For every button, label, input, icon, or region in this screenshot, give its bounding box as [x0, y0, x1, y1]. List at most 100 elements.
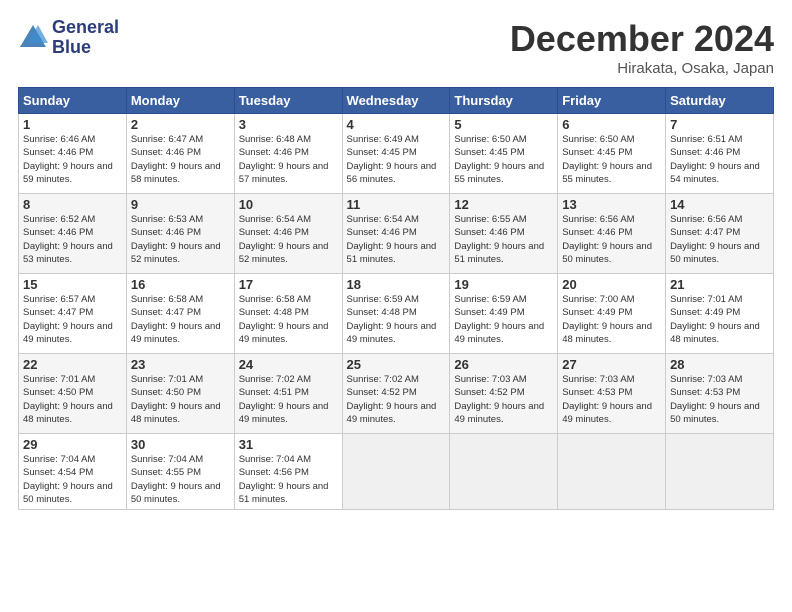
- calendar-cell: 6 Sunrise: 6:50 AMSunset: 4:45 PMDaylight…: [558, 114, 666, 194]
- calendar-cell: 11Sunrise: 6:54 AMSunset: 4:46 PMDayligh…: [342, 194, 450, 274]
- calendar-cell: 16 Sunrise: 6:58 AMSunset: 4:47 PMDayligh…: [126, 274, 234, 354]
- calendar-row: 15Sunrise: 6:57 AMSunset: 4:47 PMDayligh…: [19, 274, 774, 354]
- day-info: Sunrise: 6:50 AMSunset: 4:45 PMDaylight:…: [454, 134, 544, 185]
- calendar-cell: 15Sunrise: 6:57 AMSunset: 4:47 PMDayligh…: [19, 274, 127, 354]
- month-title: December 2024: [510, 18, 774, 60]
- header-friday: Friday: [558, 88, 666, 114]
- day-number: 15: [23, 277, 122, 292]
- header-tuesday: Tuesday: [234, 88, 342, 114]
- calendar-cell: 7Sunrise: 6:51 AMSunset: 4:46 PMDaylight…: [666, 114, 774, 194]
- calendar-row: 8Sunrise: 6:52 AMSunset: 4:46 PMDaylight…: [19, 194, 774, 274]
- day-number: 29: [23, 437, 122, 452]
- day-info: Sunrise: 7:02 AMSunset: 4:52 PMDaylight:…: [347, 374, 437, 425]
- day-info: Sunrise: 7:03 AMSunset: 4:53 PMDaylight:…: [670, 374, 760, 425]
- day-info: Sunrise: 7:03 AMSunset: 4:52 PMDaylight:…: [454, 374, 544, 425]
- day-info: Sunrise: 6:46 AMSunset: 4:46 PMDaylight:…: [23, 134, 113, 185]
- day-info: Sunrise: 7:00 AMSunset: 4:49 PMDaylight:…: [562, 294, 652, 345]
- calendar-cell: 30 Sunrise: 7:04 AMSunset: 4:55 PMDayligh…: [126, 434, 234, 510]
- day-number: 23: [131, 357, 230, 372]
- calendar-cell: 29 Sunrise: 7:04 AMSunset: 4:54 PMDayligh…: [19, 434, 127, 510]
- day-number: 4: [347, 117, 446, 132]
- day-number: 16: [131, 277, 230, 292]
- day-number: 24: [239, 357, 338, 372]
- logo: General Blue: [18, 18, 119, 58]
- calendar-cell: 14 Sunrise: 6:56 AMSunset: 4:47 PMDayligh…: [666, 194, 774, 274]
- header-sunday: Sunday: [19, 88, 127, 114]
- calendar-cell: 25 Sunrise: 7:02 AMSunset: 4:52 PMDayligh…: [342, 354, 450, 434]
- calendar-cell: 3 Sunrise: 6:48 AMSunset: 4:46 PMDaylight…: [234, 114, 342, 194]
- calendar-cell: 13 Sunrise: 6:56 AMSunset: 4:46 PMDayligh…: [558, 194, 666, 274]
- day-info: Sunrise: 7:01 AMSunset: 4:49 PMDaylight:…: [670, 294, 760, 345]
- day-number: 19: [454, 277, 553, 292]
- day-number: 20: [562, 277, 661, 292]
- calendar-cell: 1 Sunrise: 6:46 AMSunset: 4:46 PMDaylight…: [19, 114, 127, 194]
- day-info: Sunrise: 6:56 AMSunset: 4:46 PMDaylight:…: [562, 214, 652, 265]
- calendar-row: 29 Sunrise: 7:04 AMSunset: 4:54 PMDayligh…: [19, 434, 774, 510]
- day-number: 28: [670, 357, 769, 372]
- day-info: Sunrise: 6:52 AMSunset: 4:46 PMDaylight:…: [23, 214, 113, 265]
- calendar-row: 1 Sunrise: 6:46 AMSunset: 4:46 PMDaylight…: [19, 114, 774, 194]
- calendar-cell: 8Sunrise: 6:52 AMSunset: 4:46 PMDaylight…: [19, 194, 127, 274]
- day-number: 18: [347, 277, 446, 292]
- calendar-cell: 31Sunrise: 7:04 AMSunset: 4:56 PMDayligh…: [234, 434, 342, 510]
- calendar-cell: 18 Sunrise: 6:59 AMSunset: 4:48 PMDayligh…: [342, 274, 450, 354]
- calendar-cell: 12Sunrise: 6:55 AMSunset: 4:46 PMDayligh…: [450, 194, 558, 274]
- day-number: 22: [23, 357, 122, 372]
- day-number: 7: [670, 117, 769, 132]
- calendar-cell: 28 Sunrise: 7:03 AMSunset: 4:53 PMDayligh…: [666, 354, 774, 434]
- day-number: 26: [454, 357, 553, 372]
- calendar-cell: 17Sunrise: 6:58 AMSunset: 4:48 PMDayligh…: [234, 274, 342, 354]
- day-number: 3: [239, 117, 338, 132]
- main-container: General Blue December 2024 Hirakata, Osa…: [0, 0, 792, 520]
- day-info: Sunrise: 6:53 AMSunset: 4:46 PMDaylight:…: [131, 214, 221, 265]
- day-info: Sunrise: 6:55 AMSunset: 4:46 PMDaylight:…: [454, 214, 544, 265]
- calendar-cell: 23 Sunrise: 7:01 AMSunset: 4:50 PMDayligh…: [126, 354, 234, 434]
- header: General Blue December 2024 Hirakata, Osa…: [18, 18, 774, 77]
- day-info: Sunrise: 7:03 AMSunset: 4:53 PMDaylight:…: [562, 374, 652, 425]
- calendar-cell: [558, 434, 666, 510]
- calendar-cell: 9Sunrise: 6:53 AMSunset: 4:46 PMDaylight…: [126, 194, 234, 274]
- calendar-header-row: SundayMondayTuesdayWednesdayThursdayFrid…: [19, 88, 774, 114]
- day-number: 1: [23, 117, 122, 132]
- calendar-cell: 20 Sunrise: 7:00 AMSunset: 4:49 PMDayligh…: [558, 274, 666, 354]
- day-number: 11: [347, 197, 446, 212]
- header-monday: Monday: [126, 88, 234, 114]
- day-info: Sunrise: 6:58 AMSunset: 4:47 PMDaylight:…: [131, 294, 221, 345]
- day-number: 2: [131, 117, 230, 132]
- location: Hirakata, Osaka, Japan: [510, 60, 774, 77]
- day-info: Sunrise: 6:48 AMSunset: 4:46 PMDaylight:…: [239, 134, 329, 185]
- day-number: 31: [239, 437, 338, 452]
- day-number: 13: [562, 197, 661, 212]
- calendar-cell: 21 Sunrise: 7:01 AMSunset: 4:49 PMDayligh…: [666, 274, 774, 354]
- day-number: 21: [670, 277, 769, 292]
- calendar-cell: 24Sunrise: 7:02 AMSunset: 4:51 PMDayligh…: [234, 354, 342, 434]
- day-number: 30: [131, 437, 230, 452]
- logo-line2: Blue: [52, 38, 119, 58]
- calendar-cell: [666, 434, 774, 510]
- day-info: Sunrise: 6:54 AMSunset: 4:46 PMDaylight:…: [239, 214, 329, 265]
- day-info: Sunrise: 7:01 AMSunset: 4:50 PMDaylight:…: [23, 374, 113, 425]
- calendar-cell: 27Sunrise: 7:03 AMSunset: 4:53 PMDayligh…: [558, 354, 666, 434]
- day-info: Sunrise: 7:04 AMSunset: 4:54 PMDaylight:…: [23, 454, 113, 505]
- header-wednesday: Wednesday: [342, 88, 450, 114]
- day-info: Sunrise: 6:59 AMSunset: 4:48 PMDaylight:…: [347, 294, 437, 345]
- day-number: 14: [670, 197, 769, 212]
- day-info: Sunrise: 6:59 AMSunset: 4:49 PMDaylight:…: [454, 294, 544, 345]
- calendar-cell: 26 Sunrise: 7:03 AMSunset: 4:52 PMDayligh…: [450, 354, 558, 434]
- logo-line1: General: [52, 18, 119, 38]
- logo-text: General Blue: [52, 18, 119, 58]
- header-saturday: Saturday: [666, 88, 774, 114]
- calendar-cell: 22 Sunrise: 7:01 AMSunset: 4:50 PMDayligh…: [19, 354, 127, 434]
- logo-icon: [18, 23, 48, 53]
- day-number: 6: [562, 117, 661, 132]
- calendar-table: SundayMondayTuesdayWednesdayThursdayFrid…: [18, 87, 774, 510]
- calendar-cell: 10Sunrise: 6:54 AMSunset: 4:46 PMDayligh…: [234, 194, 342, 274]
- day-info: Sunrise: 6:50 AMSunset: 4:45 PMDaylight:…: [562, 134, 652, 185]
- day-info: Sunrise: 7:04 AMSunset: 4:55 PMDaylight:…: [131, 454, 221, 505]
- day-number: 25: [347, 357, 446, 372]
- calendar-cell: [342, 434, 450, 510]
- day-info: Sunrise: 6:49 AMSunset: 4:45 PMDaylight:…: [347, 134, 437, 185]
- day-info: Sunrise: 6:56 AMSunset: 4:47 PMDaylight:…: [670, 214, 760, 265]
- day-info: Sunrise: 7:01 AMSunset: 4:50 PMDaylight:…: [131, 374, 221, 425]
- day-number: 5: [454, 117, 553, 132]
